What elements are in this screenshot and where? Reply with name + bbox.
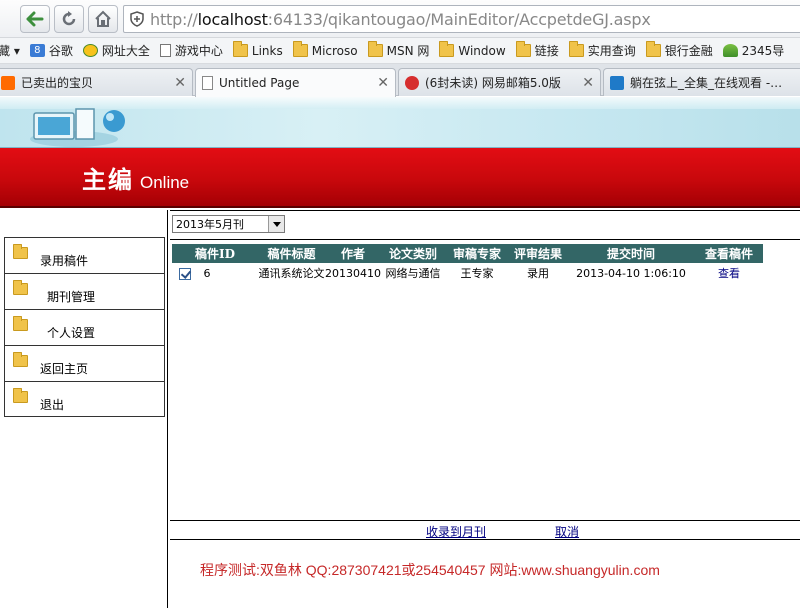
bookmark-useful-queries[interactable]: 实用查询 bbox=[568, 41, 636, 59]
tab-strip: 已卖出的宝贝 ✕ Untitled Page ✕ (6封未读) 网易邮箱5.0版… bbox=[0, 64, 800, 97]
table-row: 6 通讯系统论文 20130410 网络与通信 王专家 录用 2013-04-1… bbox=[172, 263, 763, 283]
chevron-down-icon[interactable] bbox=[268, 216, 284, 232]
page-icon bbox=[159, 44, 171, 57]
site-title: 主编 Online bbox=[82, 165, 190, 194]
tab-sold-items[interactable]: 已卖出的宝贝 ✕ bbox=[0, 68, 193, 96]
result-cell: 录用 bbox=[527, 267, 549, 280]
taobao-icon bbox=[1, 75, 15, 90]
column-header: 审稿专家 bbox=[445, 244, 509, 263]
bookmark-banking[interactable]: 银行金融 bbox=[645, 41, 713, 59]
folder-icon bbox=[13, 352, 28, 367]
page-banner bbox=[0, 97, 800, 148]
url-bar[interactable]: http://localhost:64133/qikantougao/MainE… bbox=[123, 5, 800, 33]
sidebar-item-personal-settings[interactable]: 个人设置 bbox=[4, 309, 165, 345]
manuscript-table: 稿件ID 稿件标题 作者 论文类别 审稿专家 评审结果 提交时间 查看稿件 6 … bbox=[172, 244, 763, 283]
bookmark-site-directory[interactable]: 网址大全 bbox=[82, 42, 150, 59]
bookmark-microsoft[interactable]: Microso bbox=[292, 41, 358, 58]
submitted-time-cell: 2013-04-10 1:06:10 bbox=[576, 266, 686, 280]
column-header: 论文类别 bbox=[381, 244, 445, 263]
page-icon bbox=[202, 76, 213, 90]
column-header: 查看稿件 bbox=[695, 244, 763, 263]
close-tab-icon[interactable]: ✕ bbox=[377, 75, 389, 91]
column-header: 稿件ID bbox=[172, 244, 258, 263]
folder-icon bbox=[13, 388, 28, 403]
address-toolbar: http://localhost:64133/qikantougao/MainE… bbox=[0, 0, 800, 38]
author-cell: 20130410 bbox=[325, 266, 381, 280]
bookmark-game-center[interactable]: 游戏中心 bbox=[159, 42, 223, 59]
sidebar-menu: 录用稿件 期刊管理 个人设置 返回主页 退出 bbox=[4, 237, 165, 417]
bookmark-links-cn[interactable]: 链接 bbox=[515, 41, 559, 59]
column-header: 稿件标题 bbox=[258, 244, 325, 263]
folder-icon bbox=[439, 41, 455, 57]
column-header: 提交时间 bbox=[567, 244, 695, 263]
netease-mail-icon bbox=[405, 75, 419, 90]
refresh-button[interactable] bbox=[54, 5, 84, 33]
close-tab-icon[interactable]: ✕ bbox=[582, 75, 594, 91]
folder-icon bbox=[515, 41, 531, 57]
view-cell: 查看 bbox=[695, 263, 763, 283]
sidebar-item-accepted-manuscripts[interactable]: 录用稿件 bbox=[4, 237, 165, 273]
google-icon: 8 bbox=[29, 44, 45, 57]
view-manuscript-link[interactable]: 查看 bbox=[718, 267, 740, 280]
bookmark-google[interactable]: 8 谷歌 bbox=[29, 42, 73, 59]
bookmark-favorites[interactable]: 藏 ▾ bbox=[0, 42, 20, 59]
footer-note: 程序测试:双鱼林 QQ:287307421或254540457 网站:www.s… bbox=[200, 562, 660, 578]
action-row: 收录到月刊 取消 bbox=[170, 520, 800, 540]
folder-icon bbox=[367, 41, 383, 57]
home-icon bbox=[95, 10, 111, 27]
bookmark-2345[interactable]: 2345导 bbox=[722, 42, 784, 59]
computer-logo-icon bbox=[30, 108, 125, 147]
home-button[interactable] bbox=[88, 5, 118, 33]
folder-icon bbox=[568, 41, 584, 57]
column-header: 作者 bbox=[325, 244, 381, 263]
folder-icon bbox=[13, 244, 28, 259]
tab-video[interactable]: 躺在弦上_全集_在线观看 -… bbox=[603, 68, 800, 96]
refresh-icon bbox=[62, 11, 76, 26]
2345-icon bbox=[722, 44, 738, 57]
expert-cell: 王专家 bbox=[460, 267, 494, 280]
bookmark-windows[interactable]: Window bbox=[439, 41, 506, 58]
close-tab-icon[interactable]: ✕ bbox=[174, 75, 186, 91]
category-cell: 网络与通信 bbox=[385, 267, 441, 280]
issue-select[interactable]: 2013年5月刊 bbox=[172, 215, 285, 233]
soku-icon bbox=[610, 75, 624, 90]
row-select-checkbox[interactable] bbox=[179, 267, 191, 280]
folder-icon bbox=[232, 41, 248, 57]
cancel-link[interactable]: 取消 bbox=[555, 523, 579, 540]
sidebar-item-journal-management[interactable]: 期刊管理 bbox=[4, 273, 165, 309]
column-header: 评审结果 bbox=[509, 244, 567, 263]
bookmark-msn[interactable]: MSN 网 bbox=[367, 41, 429, 59]
manuscript-grid-frame: 稿件ID 稿件标题 作者 论文类别 审稿专家 评审结果 提交时间 查看稿件 6 … bbox=[170, 239, 800, 520]
main-content: 2013年5月刊 稿件ID 稿件标题 作者 论文类别 审稿专家 评审结果 提交时… bbox=[170, 210, 800, 608]
security-shield-icon bbox=[124, 6, 150, 32]
folder-icon bbox=[13, 316, 28, 331]
tab-untitled-page[interactable]: Untitled Page ✕ bbox=[195, 68, 396, 97]
add-to-issue-link[interactable]: 收录到月刊 bbox=[426, 523, 486, 540]
site-directory-icon bbox=[82, 44, 98, 57]
back-arrow-icon bbox=[26, 11, 44, 27]
back-button[interactable] bbox=[20, 5, 50, 33]
row-id-cell: 6 bbox=[172, 263, 258, 283]
title-cell: 通讯系统论文 bbox=[258, 267, 325, 280]
sidebar: 录用稿件 期刊管理 个人设置 返回主页 退出 bbox=[0, 210, 168, 608]
page-header: 主编 Online bbox=[0, 148, 800, 208]
bookmarks-bar: 藏 ▾ 8 谷歌 网址大全 游戏中心 Links Microso MSN 网 W… bbox=[0, 38, 800, 64]
sidebar-item-logout[interactable]: 退出 bbox=[4, 381, 165, 417]
bookmark-links[interactable]: Links bbox=[232, 41, 283, 58]
table-header-row: 稿件ID 稿件标题 作者 论文类别 审稿专家 评审结果 提交时间 查看稿件 bbox=[172, 244, 763, 263]
url-text: http://localhost:64133/qikantougao/MainE… bbox=[150, 9, 651, 29]
sidebar-item-back-home[interactable]: 返回主页 bbox=[4, 345, 165, 381]
folder-icon bbox=[13, 280, 28, 295]
folder-icon bbox=[645, 41, 661, 57]
tab-netease-mail[interactable]: (6封未读) 网易邮箱5.0版 ✕ bbox=[398, 68, 601, 96]
folder-icon bbox=[292, 41, 308, 57]
